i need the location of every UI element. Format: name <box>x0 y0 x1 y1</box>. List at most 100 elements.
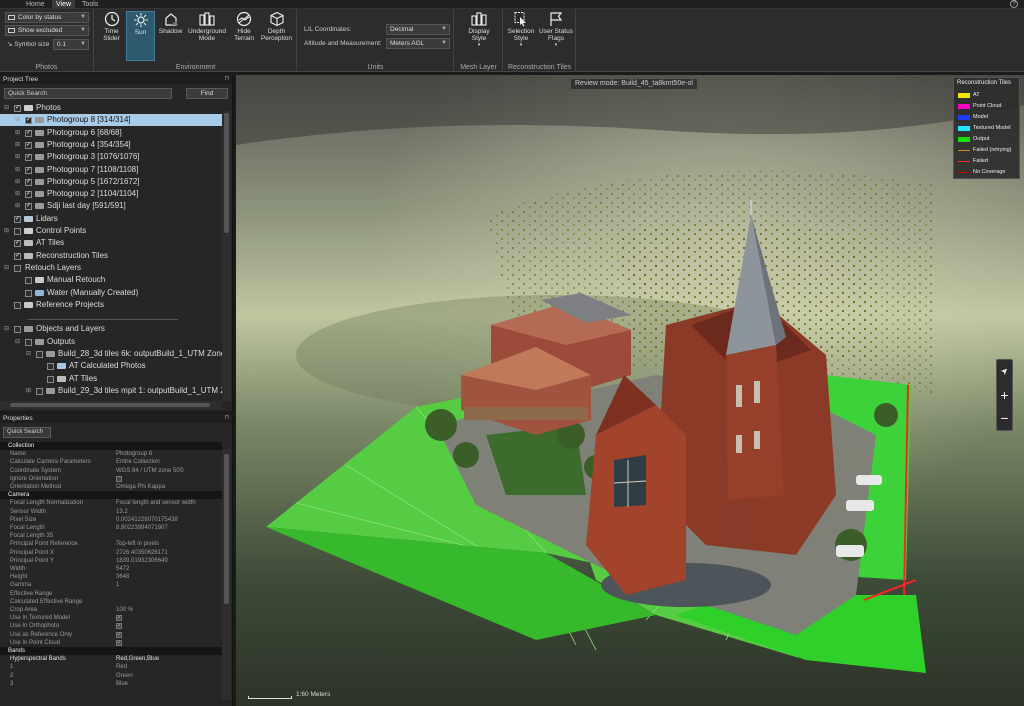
property-row[interactable]: Principal Point X 2726.40350626171 <box>0 549 222 557</box>
tree-item-build-28-3d-tiles-6k-outputbuild-1-utm-zone-50-3[interactable]: ⊟ Build_28_3d tiles 6k: outputBuild_1_UTM… <box>0 348 222 360</box>
tree-item-lidars[interactable]: ✓ Lidars <box>0 213 222 225</box>
tree-checkbox[interactable] <box>25 289 32 297</box>
tree-item-at-tiles[interactable]: ✓ AT Tiles <box>0 237 222 249</box>
property-row[interactable]: 3 Blue <box>0 680 222 688</box>
tree-item-photogroup-5-1672-1672[interactable]: ⊞ ✓ Photogroup 5 [1672/1672] <box>0 176 222 188</box>
tree-checkbox[interactable] <box>14 326 21 334</box>
expand-icon[interactable]: ⊞ <box>4 228 9 234</box>
property-row[interactable]: Use In Textured Model ✓ <box>0 614 222 622</box>
tree-checkbox[interactable] <box>36 387 43 395</box>
tree-checkbox[interactable] <box>47 375 54 383</box>
tab-home[interactable]: Home <box>22 0 49 9</box>
property-row[interactable]: Use In Orthophoto ✓ <box>0 622 222 630</box>
collapse-icon[interactable]: ⊟ <box>26 351 31 357</box>
property-row[interactable]: Width 5472 <box>0 565 222 573</box>
tree-checkbox[interactable]: ✓ <box>25 141 32 149</box>
expand-icon[interactable] <box>37 364 42 369</box>
tree-item-reference-projects[interactable]: Reference Projects <box>0 299 222 311</box>
tree-item-outputs[interactable]: ⊟ Outputs <box>0 336 222 348</box>
tree-checkbox[interactable] <box>25 338 32 346</box>
expand-icon[interactable]: ⊞ <box>15 117 20 123</box>
expand-icon[interactable]: ⊞ <box>15 142 20 148</box>
property-checkbox[interactable] <box>116 475 122 482</box>
tree-checkbox[interactable] <box>14 301 21 309</box>
display-style-button[interactable]: Display Style ▾ <box>461 11 497 55</box>
expand-icon[interactable] <box>15 291 20 296</box>
collapse-icon[interactable]: ⊟ <box>4 265 9 271</box>
properties-search-input[interactable]: Quick Search <box>3 427 51 438</box>
tree-checkbox[interactable]: ✓ <box>25 191 32 199</box>
property-row[interactable]: 2 Green <box>0 672 222 680</box>
ll-coordinates-combo[interactable]: Decimal ▼ <box>386 24 450 35</box>
properties-scroll-thumb[interactable] <box>224 454 229 604</box>
tree-item-at-calculated-photos[interactable]: AT Calculated Photos <box>0 360 222 372</box>
tab-view[interactable]: View <box>52 0 76 9</box>
tree-item-photogroup-8-314-314[interactable]: ⊞ ✓ Photogroup 8 [314/314] <box>0 114 222 127</box>
property-row[interactable]: Effective Range <box>0 590 222 598</box>
3d-viewport[interactable]: Review mode: Build_45_ta8kmt50e-ol Recon… <box>236 75 1024 706</box>
tree-checkbox[interactable]: ✓ <box>14 240 21 248</box>
find-button[interactable]: Find <box>186 88 228 99</box>
property-row[interactable]: Principal Point Y 1839.01932306649 <box>0 557 222 565</box>
show-excluded-combo[interactable]: Show excluded ▼ <box>5 25 89 36</box>
sun-button[interactable]: Sun <box>126 11 155 61</box>
property-row[interactable]: Pixel Size 0.00241228070175438 <box>0 516 222 524</box>
time-slider-button[interactable]: Time Slider <box>98 11 125 55</box>
expand-icon[interactable] <box>4 303 9 308</box>
tree-checkbox[interactable]: ✓ <box>25 203 32 211</box>
property-row[interactable]: Hyperspectral Bands Red,Green,Blue <box>0 655 222 663</box>
property-row[interactable]: Sensor Width 13.2 <box>0 508 222 516</box>
expand-icon[interactable]: ⊞ <box>15 179 20 185</box>
tree-item-photogroup-2-1104-1104[interactable]: ⊞ ✓ Photogroup 2 [1104/1104] <box>0 188 222 200</box>
tree-checkbox[interactable] <box>25 277 32 285</box>
depth-perception-button[interactable]: Depth Perception <box>259 11 294 55</box>
collapse-icon[interactable]: ⊟ <box>4 326 9 332</box>
expand-icon[interactable] <box>15 278 20 283</box>
tree-checkbox[interactable]: ✓ <box>25 129 32 137</box>
expand-icon[interactable]: ⊞ <box>26 388 31 394</box>
pin-icon[interactable]: ⊓ <box>224 414 229 423</box>
user-status-flags-button[interactable]: User Status Flags ▾ <box>537 11 575 55</box>
tree-item-photogroup-7-1108-1108[interactable]: ⊞ ✓ Photogroup 7 [1108/1108] <box>0 164 222 176</box>
tree-checkbox[interactable] <box>14 228 21 235</box>
tree-hscroll-thumb[interactable] <box>10 403 210 407</box>
tree-item-at-tiles[interactable]: AT Tiles <box>0 373 222 385</box>
tree-checkbox[interactable]: ✓ <box>14 252 21 260</box>
property-row[interactable]: Crop Area 100 % <box>0 606 222 614</box>
property-row[interactable]: Focal Length Normalization Focal length a… <box>0 499 222 507</box>
tree-item-photos[interactable]: ⊟ ✓ Photos <box>0 102 222 114</box>
help-icon[interactable]: ? <box>1010 0 1018 8</box>
property-checkbox[interactable]: ✓ <box>116 615 122 622</box>
expand-icon[interactable]: ⊞ <box>15 167 20 173</box>
property-row[interactable]: Orientation Method Omega Phi Kappa <box>0 483 222 491</box>
property-row[interactable]: Name Photogroup 8 <box>0 450 222 458</box>
color-by-combo[interactable]: Color by status ▼ <box>5 12 89 23</box>
tree-item-objects-and-layers[interactable]: ⊟ Objects and Layers <box>0 323 222 335</box>
tree-search-input[interactable]: Quick Search <box>4 88 172 99</box>
property-row[interactable]: Use as Reference Only ✓ <box>0 631 222 639</box>
property-row[interactable]: Ignore Orientation <box>0 475 222 483</box>
tree-item-water-manually-created[interactable]: Water (Manually Created) <box>0 287 222 299</box>
symbol-size-combo[interactable]: 0.1 ▼ <box>53 39 89 50</box>
shadow-button[interactable]: Shadow <box>157 11 184 55</box>
expand-icon[interactable]: ⊞ <box>15 191 20 197</box>
pin-icon[interactable]: ⊓ <box>224 75 229 84</box>
tree-checkbox[interactable]: ✓ <box>14 105 21 112</box>
property-row[interactable]: Focal Length 8.80223994071807 <box>0 524 222 532</box>
property-row[interactable]: Calculate Camera Parameters Entire Collec… <box>0 458 222 466</box>
property-row[interactable]: 1 Red <box>0 663 222 671</box>
tree-checkbox[interactable]: ✓ <box>14 215 21 223</box>
tree-item-control-points[interactable]: ⊞ Control Points <box>0 225 222 237</box>
collapse-icon[interactable]: ⊟ <box>4 105 9 111</box>
tree-item-photogroup-3-1076-1076[interactable]: ⊞ ✓ Photogroup 3 [1076/1076] <box>0 151 222 163</box>
zoom-in-button[interactable]: + <box>997 384 1012 406</box>
tree-scroll-thumb[interactable] <box>224 113 229 233</box>
expand-icon[interactable] <box>4 241 9 246</box>
tree-checkbox[interactable]: ✓ <box>25 154 32 162</box>
tree-checkbox[interactable] <box>47 363 54 371</box>
zoom-out-button[interactable]: − <box>997 407 1012 429</box>
tree-item-sdji-last-day-591-591[interactable]: ⊞ ✓ Sdji last day [591/591] <box>0 200 222 212</box>
tree-checkbox[interactable]: ✓ <box>25 178 32 186</box>
tree-checkbox[interactable]: ✓ <box>25 166 32 174</box>
property-row[interactable]: Coordinate System WGS 84 / UTM zone 50S <box>0 467 222 475</box>
